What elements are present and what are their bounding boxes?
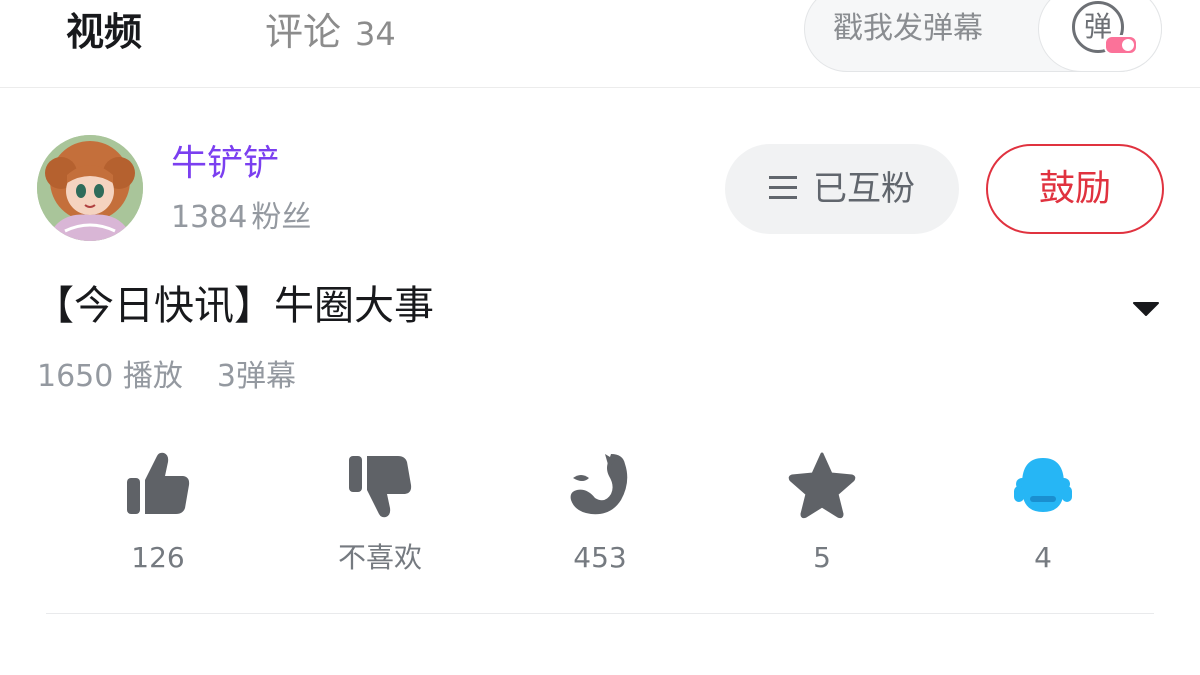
share-button[interactable]: 4	[973, 448, 1113, 578]
coin-button[interactable]: 453	[530, 448, 670, 578]
danmaku-label: 弹幕	[236, 359, 296, 394]
video-stats: 1650 播放 3弹幕	[37, 356, 296, 398]
danmaku-count: 3	[216, 359, 236, 394]
play-label: 播放	[122, 359, 183, 394]
thumbs-up-icon	[127, 452, 190, 514]
tab-video[interactable]: 视频	[66, 6, 160, 60]
encourage-label: 鼓励	[1038, 168, 1111, 209]
mutual-follow-label: 已互粉	[813, 169, 915, 209]
video-title: 【今日快讯】牛圈大事	[34, 283, 434, 329]
avatar-image	[37, 135, 143, 241]
favorite-button[interactable]: 5	[752, 448, 892, 578]
coin-icon	[570, 454, 628, 515]
fans-count: 1384	[171, 200, 248, 235]
encourage-button[interactable]: 鼓励	[986, 144, 1164, 234]
section-divider	[46, 613, 1154, 614]
author-name[interactable]: 牛铲铲	[171, 140, 279, 188]
expand-toggle[interactable]	[1128, 296, 1164, 320]
dislike-label: 不喜欢	[337, 541, 422, 574]
tab-comments-label: 评论	[265, 10, 342, 54]
like-button[interactable]: 126	[88, 448, 228, 578]
tab-comments[interactable]: 评论 34	[265, 6, 396, 60]
dislike-button[interactable]: 不喜欢	[310, 448, 450, 578]
danmaku-send-box: 戳我发弹幕 弹	[804, 0, 1162, 72]
favorite-count: 5	[813, 541, 831, 574]
mutual-follow-button[interactable]: 已互粉	[725, 144, 959, 234]
danmaku-switch-indicator	[1104, 35, 1138, 55]
tab-video-label: 视频	[66, 10, 143, 54]
share-count: 4	[1034, 541, 1052, 574]
coin-count: 453	[573, 541, 627, 574]
fans-label: 粉丝	[251, 200, 312, 235]
thumbs-down-icon	[349, 456, 412, 518]
comment-count: 34	[355, 15, 396, 53]
play-count: 1650	[37, 359, 114, 394]
share-icon	[1014, 458, 1072, 512]
menu-icon	[769, 175, 797, 200]
caret-down-icon	[1133, 302, 1159, 316]
avatar[interactable]	[37, 135, 143, 241]
star-icon	[788, 452, 856, 519]
danmaku-input[interactable]: 戳我发弹幕	[833, 9, 983, 49]
top-tab-bar: 视频 评论 34 戳我发弹幕 弹	[0, 0, 1200, 88]
like-count: 126	[131, 541, 185, 574]
danmaku-toggle-button[interactable]: 弹	[1038, 0, 1162, 72]
author-fans: 1384 粉丝	[171, 197, 311, 239]
